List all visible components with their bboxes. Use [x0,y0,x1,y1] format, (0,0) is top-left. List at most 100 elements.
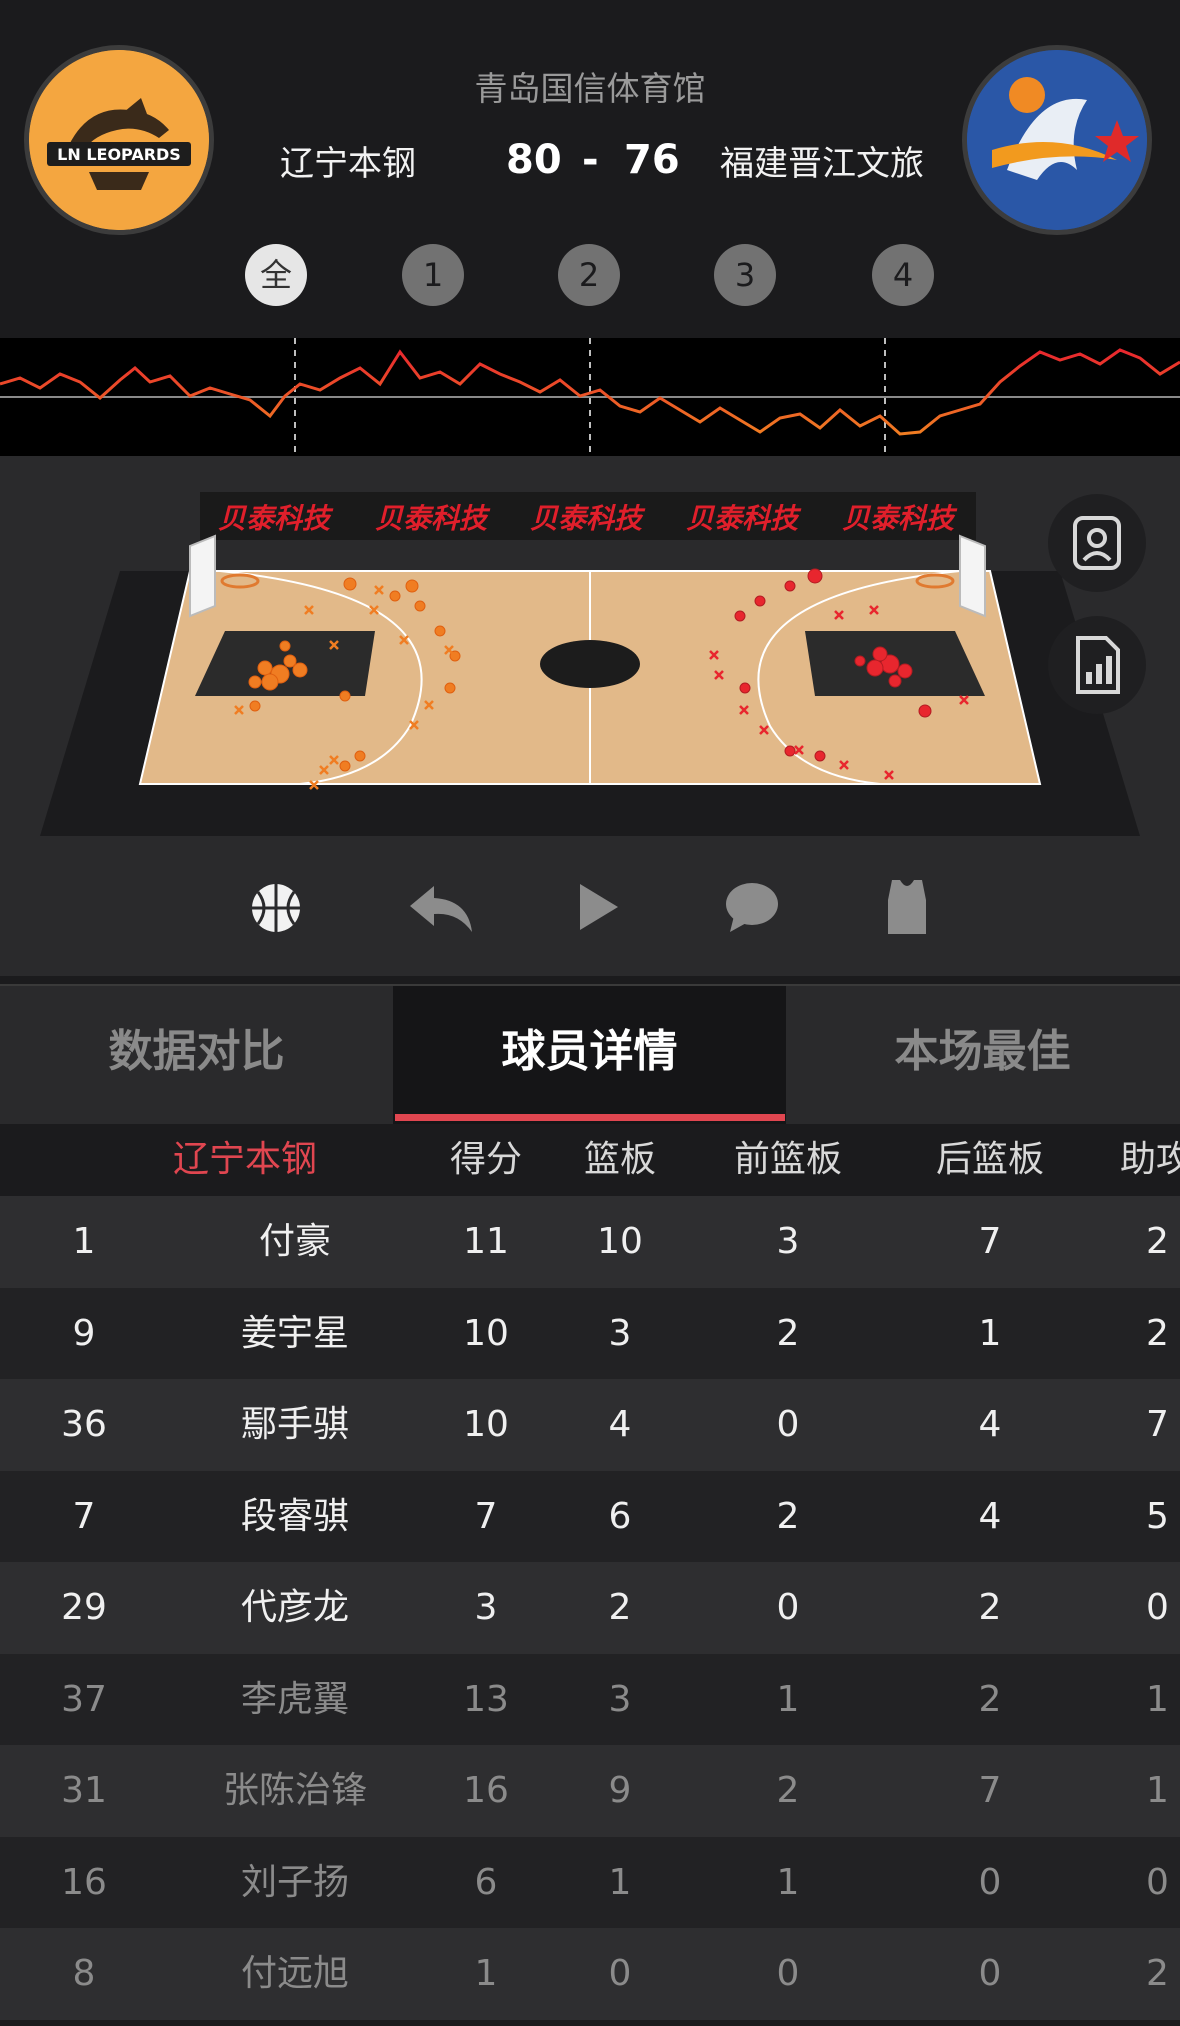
game-header: LN LEOPARDS 青岛国信体育馆 辽宁本钢 80 - 76 福建晋江文旅 … [0,0,1180,338]
replay-icon[interactable] [408,882,474,934]
tab-player-details[interactable]: 球员详情 [393,986,786,1124]
away-score: 76 [624,137,680,183]
player-number: 9 [72,1312,96,1354]
player-number: 37 [61,1678,107,1720]
player-card-button[interactable] [1048,494,1146,592]
player-defensive-rebounds: 2 [978,1678,1002,1720]
player-offensive-rebounds: 2 [776,1495,800,1537]
quarter-filter-4[interactable]: 4 [872,244,934,306]
logo-wordmark: LN LEOPARDS [57,145,181,164]
player-name: 付远旭 [240,1953,349,1994]
player-defensive-rebounds: 4 [978,1404,1002,1445]
player-offensive-rebounds: 2 [776,1312,800,1354]
player-number: 36 [61,1404,107,1445]
player-name: 段睿骐 [240,1495,349,1537]
player-card-icon [1073,516,1121,570]
player-rebounds: 10 [597,1221,643,1262]
player-rebounds: 1 [608,1861,632,1903]
player-assists: 2 [1146,1953,1169,1994]
shark-logo-icon [967,50,1147,230]
player-points: 10 [463,1312,509,1354]
player-assists: 1 [1146,1678,1169,1720]
player-assists: 2 [1146,1312,1169,1354]
play-icon[interactable] [578,882,620,932]
stats-report-button[interactable] [1048,616,1146,714]
quarter-filter-3[interactable]: 3 [714,244,776,306]
player-assists: 0 [1146,1587,1169,1628]
player-offensive-rebounds: 0 [776,1587,800,1628]
basketball-icon[interactable] [248,880,304,936]
player-defensive-rebounds: 2 [978,1587,1002,1628]
header-assists: 助攻 [1120,1139,1180,1180]
table-row[interactable]: 36 鄢手骐 10 4 0 4 7 [0,1379,1180,1471]
table-row[interactable]: 16 刘子扬 6 1 1 0 0 [0,1836,1180,1928]
table-body: 1 付豪 11 10 3 7 2 9 姜宇星 10 3 2 1 2 36 鄢手骐 10 4 0 4 7 7 段睿骐 7 6 2 4 5… [0,1196,1180,2020]
player-number: 31 [61,1770,107,1811]
player-rebounds: 6 [608,1495,632,1537]
player-number: 7 [72,1495,96,1537]
jersey-icon[interactable] [884,878,930,936]
tab-game-best[interactable]: 本场最佳 [786,986,1179,1124]
sponsor-board-2: 贝泰科技 [375,502,491,535]
table-row[interactable]: 29 代彦龙 3 2 0 2 0 [0,1562,1180,1654]
sponsor-board-4: 贝泰科技 [686,502,802,535]
player-stats-table: 辽宁本钢 得分 篮板 前篮板 后篮板 助攻 1 付豪 11 10 3 7 2 9 姜宇星 10 3 2… [0,1124,1180,2020]
player-points: 3 [474,1587,498,1628]
player-assists: 5 [1146,1495,1169,1537]
player-points: 7 [474,1495,498,1537]
table-row[interactable]: 31 张陈治锋 16 9 2 7 1 [0,1745,1180,1837]
player-name: 李虎翼 [240,1678,349,1720]
player-name: 姜宇星 [240,1312,349,1354]
sponsor-board-3: 贝泰科技 [530,502,646,535]
player-assists: 0 [1146,1861,1169,1903]
player-assists: 1 [1146,1770,1169,1811]
quarter-filter-2[interactable]: 2 [558,244,620,306]
table-row[interactable]: 7 段睿骐 7 6 2 4 5 [0,1470,1180,1562]
player-assists: 2 [1146,1221,1169,1262]
header-rebounds: 篮板 [583,1139,656,1180]
active-tab-indicator [395,1114,785,1121]
tab-data-compare[interactable]: 数据对比 [0,986,393,1124]
score-separator: - [582,137,599,183]
away-team-logo[interactable] [962,45,1152,235]
table-row[interactable]: 37 李虎翼 13 3 1 2 1 [0,1653,1180,1745]
player-rebounds: 3 [608,1312,632,1354]
player-defensive-rebounds: 0 [978,1953,1002,1994]
player-offensive-rebounds: 1 [776,1861,800,1903]
player-number: 16 [61,1861,107,1903]
player-defensive-rebounds: 7 [978,1221,1002,1262]
player-points: 10 [463,1404,509,1445]
team-header: 辽宁本钢 [172,1139,317,1180]
sponsor-board-1: 贝泰科技 [218,502,334,535]
player-number: 29 [61,1587,107,1628]
table-header: 辽宁本钢 得分 篮板 前篮板 后篮板 助攻 [0,1124,1180,1196]
player-points: 11 [463,1221,509,1262]
table-row[interactable]: 8 付远旭 1 0 0 0 2 [0,1928,1180,2020]
player-defensive-rebounds: 0 [978,1861,1002,1903]
player-name: 张陈治锋 [222,1770,367,1811]
home-team-name: 辽宁本钢 [280,144,416,184]
player-defensive-rebounds: 7 [978,1770,1002,1811]
player-name: 鄢手骐 [240,1404,349,1445]
table-row[interactable]: 9 姜宇星 10 3 2 1 2 [0,1287,1180,1379]
player-rebounds: 9 [608,1770,632,1811]
player-offensive-rebounds: 2 [776,1770,800,1811]
player-rebounds: 4 [608,1404,632,1445]
player-defensive-rebounds: 1 [978,1312,1002,1354]
stats-tabs: 数据对比 球员详情 本场最佳 [0,984,1180,1124]
player-offensive-rebounds: 1 [776,1678,800,1720]
quarter-filter-all[interactable]: 全 [245,244,307,306]
header-offensive-rebounds: 前篮板 [733,1139,842,1180]
player-points: 6 [474,1861,498,1903]
playback-controls [0,856,1180,984]
table-row[interactable]: 1 付豪 11 10 3 7 2 [0,1196,1180,1288]
quarter-filter-1[interactable]: 1 [402,244,464,306]
player-name: 付豪 [258,1221,331,1262]
center-circle [540,640,640,688]
shot-chart-court: 贝泰科技 贝泰科技 贝泰科技 贝泰科技 贝泰科技 [40,492,1140,836]
player-defensive-rebounds: 4 [978,1495,1002,1537]
home-score: 80 [506,137,562,183]
comment-icon[interactable] [724,880,780,934]
header-defensive-rebounds: 后篮板 [935,1139,1044,1180]
header-points: 得分 [449,1139,522,1180]
